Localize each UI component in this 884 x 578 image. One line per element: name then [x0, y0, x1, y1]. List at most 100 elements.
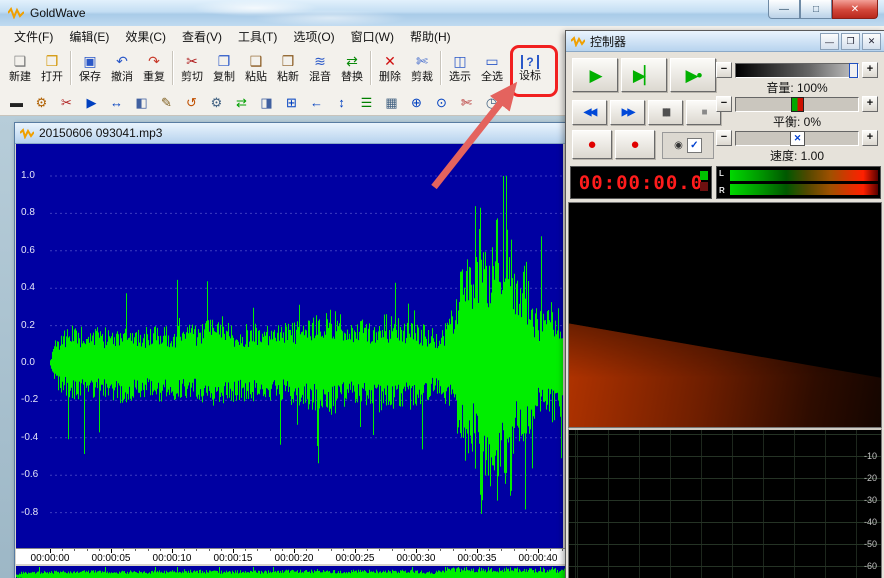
menu-help[interactable]: 帮助(H)	[402, 26, 459, 47]
time-minor-tick	[514, 549, 515, 551]
play-fast-button[interactable]: ▶•	[670, 58, 716, 92]
time-minor-tick	[343, 549, 344, 551]
tool2-refresh-icon: ↺	[186, 95, 197, 111]
db-label: -60	[864, 561, 877, 571]
visual-wedge	[569, 304, 881, 427]
toolbar-button-copy[interactable]: ❐复制	[208, 48, 240, 88]
tool2-button-channels[interactable]: ☰	[354, 92, 379, 114]
speed-thumb[interactable]: ✕	[790, 131, 805, 146]
rewind-icon: ◀◀	[584, 108, 595, 118]
tool2-button-fit-horizontal[interactable]: ↔	[104, 92, 129, 114]
menu-view[interactable]: 查看(V)	[174, 26, 230, 47]
time-minor-tick	[392, 549, 393, 551]
controller-icon	[571, 36, 585, 47]
volume-track[interactable]	[735, 63, 859, 78]
record-selection-button[interactable]: ●	[615, 130, 655, 159]
menu-effects[interactable]: 效果(C)	[117, 26, 174, 47]
toolbar-button-redo[interactable]: ↷重复	[138, 48, 170, 88]
toolbar-button-paste-new[interactable]: ❒粘新	[272, 48, 304, 88]
toolbar-button-new[interactable]: ❏新建	[4, 48, 36, 88]
balance-plus-button[interactable]: +	[862, 96, 878, 112]
overview-waveform-svg	[16, 566, 565, 578]
amplitude-axis: 1.00.80.60.40.20.0-0.2-0.4-0.6-0.8	[16, 144, 50, 548]
tool2-fit-vertical-icon: ↕	[338, 95, 345, 110]
meter-right-label: R	[719, 187, 730, 195]
amplitude-label: 0.4	[21, 282, 35, 293]
controller-window-controls: — ❐ ✕	[820, 33, 881, 50]
tool2-go-back-icon: ←	[310, 95, 323, 110]
balance-thumb[interactable]	[791, 97, 804, 112]
tool2-button-swap-channels[interactable]: ⇄	[229, 92, 254, 114]
controller-titlebar[interactable]: 控制器 — ❐ ✕	[566, 31, 884, 52]
toolbar-button-delete[interactable]: ✕删除	[374, 48, 406, 88]
menu-window[interactable]: 窗口(W)	[343, 26, 402, 47]
tool2-button-zoom-select[interactable]: ⊙	[429, 92, 454, 114]
maximize-button[interactable]: □	[800, 0, 832, 19]
menu-options[interactable]: 选项(O)	[285, 26, 342, 47]
toolbar-button-paste[interactable]: ❑粘贴	[240, 48, 272, 88]
controller-close-button[interactable]: ✕	[862, 33, 881, 50]
minimize-button[interactable]: —	[768, 0, 800, 19]
rewind-button[interactable]: ◀◀	[572, 100, 607, 125]
tool2-button-play-marker[interactable]: ▶	[79, 92, 104, 114]
monitor-checkbox[interactable]: ✓	[687, 138, 702, 153]
play-button[interactable]: ▶	[572, 58, 618, 92]
pause-button[interactable]: ▮▮	[648, 100, 683, 125]
overview-strip[interactable]	[16, 564, 565, 578]
tool2-button-go-back[interactable]: ←	[304, 92, 329, 114]
tool2-button-matrix[interactable]: ▦	[379, 92, 404, 114]
toolbar-icon-paste: ❑	[250, 53, 263, 70]
toolbar-button-trim[interactable]: ✄剪裁	[406, 48, 438, 88]
menu-file[interactable]: 文件(F)	[6, 26, 61, 47]
volume-plus-button[interactable]: +	[862, 62, 878, 78]
tool2-button-settings[interactable]: ⚙	[29, 92, 54, 114]
tool2-button-grid[interactable]: ⊞	[279, 92, 304, 114]
close-button[interactable]: ✕	[832, 0, 878, 19]
waveform-plot[interactable]	[50, 144, 563, 548]
tool2-button-fit-vertical[interactable]: ↕	[329, 92, 354, 114]
tool2-button-trim-clip[interactable]: ✄	[454, 92, 479, 114]
play-selection-button[interactable]: ▶▏	[621, 58, 667, 92]
time-minor-tick	[196, 549, 197, 551]
toolbar-button-sel-view[interactable]: ◫选示	[444, 48, 476, 88]
tool2-button-zoom-in[interactable]: ⊕	[404, 92, 429, 114]
toolbar-button-cut[interactable]: ✂剪切	[176, 48, 208, 88]
balance-track[interactable]	[735, 97, 859, 112]
toolbar-label-cut: 剪切	[181, 71, 203, 83]
time-label: 00:00:35	[458, 553, 497, 564]
monitor-radio-icon[interactable]: ◉	[674, 140, 683, 151]
volume-thumb[interactable]	[849, 63, 858, 78]
menu-edit[interactable]: 编辑(E)	[61, 26, 117, 47]
toolbar-button-mix[interactable]: ≋混音	[304, 48, 336, 88]
tool2-button-draw[interactable]: ✎	[154, 92, 179, 114]
toolbar-button-set-marker[interactable]: ?设标	[514, 48, 546, 88]
toolbar-button-replace[interactable]: ⇄替换	[336, 48, 368, 88]
controller-minimize-button[interactable]: —	[820, 33, 839, 50]
main-titlebar[interactable]: GoldWave — □ ✕	[0, 0, 884, 27]
record-button[interactable]: ●	[572, 130, 612, 159]
speed-track[interactable]: ✕	[735, 131, 859, 146]
balance-minus-button[interactable]: −	[716, 96, 732, 112]
toolbar-button-save[interactable]: ▣保存	[74, 48, 106, 88]
tool2-button-time-ruler[interactable]: ◷	[479, 92, 504, 114]
controller-restore-button[interactable]: ❐	[841, 33, 860, 50]
tool2-button-pane-left[interactable]: ◧	[129, 92, 154, 114]
tool2-button-properties[interactable]: ⚙	[204, 92, 229, 114]
toolbar-icon-delete: ✕	[384, 53, 396, 70]
toolbar-button-open[interactable]: ❒打开	[36, 48, 68, 88]
toolbar-button-undo[interactable]: ↶撤消	[106, 48, 138, 88]
waveform-svg	[50, 144, 563, 548]
speed-plus-button[interactable]: +	[862, 130, 878, 146]
speed-minus-button[interactable]: −	[716, 130, 732, 146]
toolbar-label-paste: 粘贴	[245, 71, 267, 83]
tool2-button-device[interactable]: ▬	[4, 92, 29, 114]
toolbar-button-select-all[interactable]: ▭全选	[476, 48, 508, 88]
tool2-button-pane-right[interactable]: ◨	[254, 92, 279, 114]
fast-forward-button[interactable]: ▶▶	[610, 100, 645, 125]
tool2-button-refresh[interactable]: ↺	[179, 92, 204, 114]
document-titlebar[interactable]: 20150606 093041.mp3	[15, 123, 566, 144]
menu-tools[interactable]: 工具(T)	[230, 26, 285, 47]
tool2-button-cut-marker[interactable]: ✂	[54, 92, 79, 114]
time-display-value: 00:00:00.0	[579, 172, 703, 194]
volume-minus-button[interactable]: −	[716, 62, 732, 78]
